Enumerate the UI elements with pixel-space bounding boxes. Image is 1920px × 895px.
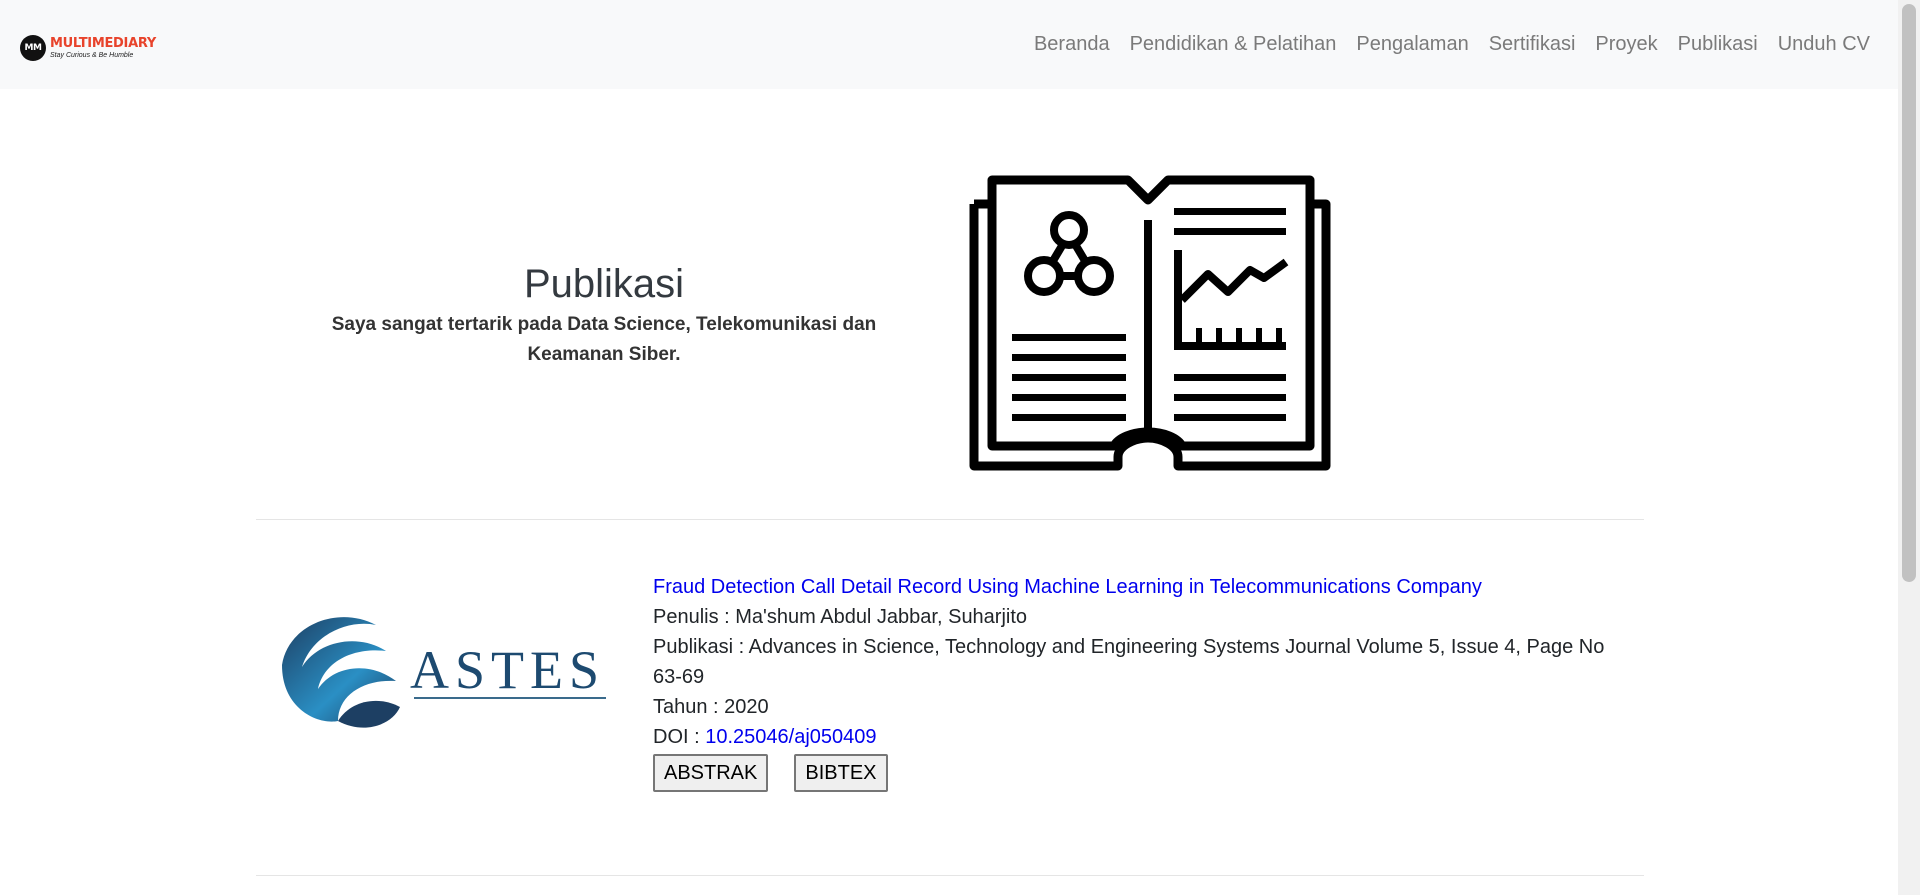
brand-text: MULTIMEDIARY Stay Curious & Be Humble [50, 37, 156, 59]
publication-entry: Fraud Detection Call Detail Record Using… [653, 572, 1628, 792]
nav-item-publikasi[interactable]: Publikasi [1678, 30, 1758, 58]
year-value: 2020 [724, 696, 769, 718]
brand-logo[interactable]: MM MULTIMEDIARY Stay Curious & Be Humble [20, 34, 156, 62]
open-book-data-icon [969, 175, 1331, 471]
brand-tagline: Stay Curious & Be Humble [50, 52, 134, 59]
page-subtitle: Saya sangat tertarik pada Data Science, … [331, 314, 877, 365]
nav-item-pengalaman[interactable]: Pengalaman [1356, 30, 1468, 58]
publication-publisher: Publikasi : Advances in Science, Technol… [653, 632, 1628, 692]
publication-actions: ABSTRAK BIBTEX [653, 754, 1628, 792]
nav-item-unduh-cv[interactable]: Unduh CV [1778, 30, 1870, 58]
vertical-scrollbar[interactable] [1898, 0, 1920, 895]
abstract-button[interactable]: ABSTRAK [653, 754, 769, 792]
divider-bottom [256, 875, 1644, 876]
journal-logo: ASTES [278, 605, 612, 737]
authors-value: Ma'shum Abdul Jabbar, Suharjito [735, 606, 1028, 628]
brand-mark-icon: MM [20, 35, 46, 61]
nav-item-pendidikan-pelatihan[interactable]: Pendidikan & Pelatihan [1130, 30, 1337, 58]
authors-label: Penulis : [653, 606, 736, 628]
publication-title-link[interactable]: Fraud Detection Call Detail Record Using… [653, 576, 1482, 598]
publication-doi: DOI : 10.25046/aj050409 [653, 722, 1628, 752]
page-title: Publikasi [523, 262, 685, 306]
bibtex-button[interactable]: BIBTEX [794, 754, 888, 792]
navbar: MM MULTIMEDIARY Stay Curious & Be Humble… [0, 0, 1898, 89]
publication-authors: Penulis : Ma'shum Abdul Jabbar, Suharjit… [653, 602, 1628, 632]
nav-item-proyek[interactable]: Proyek [1595, 30, 1657, 58]
nav-item-beranda[interactable]: Beranda [1034, 30, 1110, 58]
astes-swirl-icon [282, 617, 400, 728]
publisher-value: Advances in Science, Technology and Engi… [653, 636, 1605, 688]
publisher-label: Publikasi : [653, 636, 749, 658]
year-label: Tahun : [653, 696, 725, 718]
doi-link[interactable]: 10.25046/aj050409 [705, 726, 876, 748]
journal-logo-text: ASTES [410, 640, 606, 700]
nav-item-sertifikasi[interactable]: Sertifikasi [1489, 30, 1576, 58]
journal-logo-underline [414, 697, 606, 699]
scrollbar-thumb[interactable] [1902, 4, 1916, 582]
brand-name: MULTIMEDIARY [50, 36, 156, 51]
doi-label: DOI : [653, 726, 706, 748]
nav-menu: Beranda Pendidikan & Pelatihan Pengalama… [1014, 30, 1870, 58]
divider-top [256, 519, 1644, 520]
publication-year: Tahun : 2020 [653, 692, 1628, 722]
